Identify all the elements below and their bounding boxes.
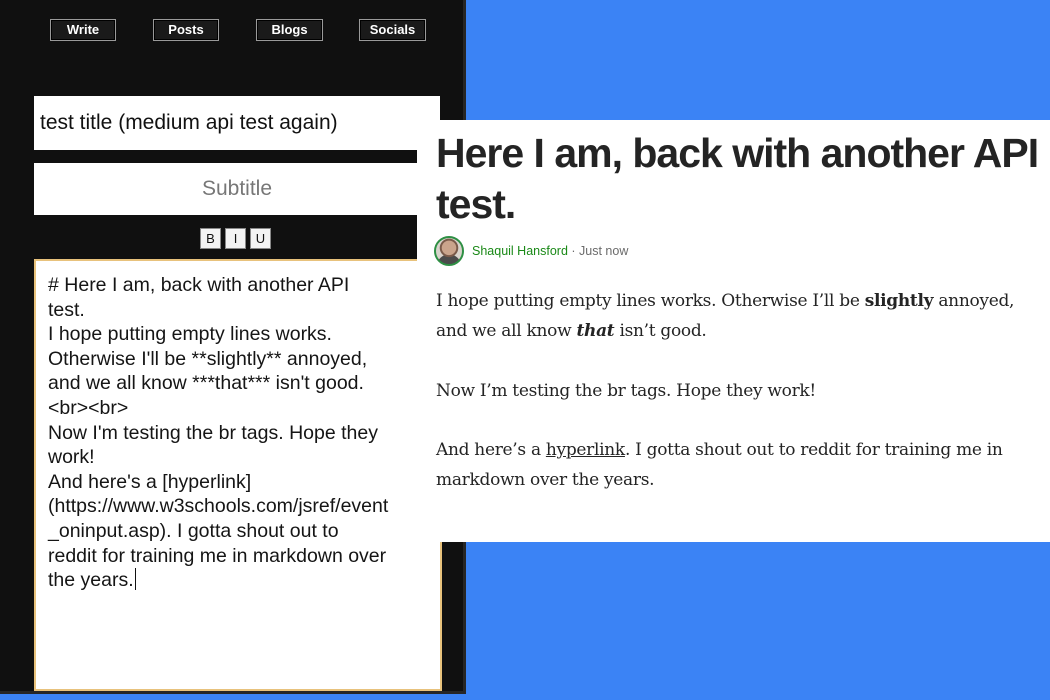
subtitle-input[interactable]: Subtitle xyxy=(34,163,440,215)
body-line-last: the years. xyxy=(48,568,430,593)
byline: Shaquil Hansford · Just now xyxy=(472,244,628,258)
text-caret xyxy=(134,568,136,591)
underline-button[interactable]: U xyxy=(250,228,271,249)
bold-button[interactable]: B xyxy=(200,228,221,249)
body-line: Now I'm testing the br tags. Hope they xyxy=(48,421,378,444)
p1-text-c: isn’t good. xyxy=(614,321,707,341)
author-name-link[interactable]: Shaquil Hansford xyxy=(472,244,568,258)
nav-blogs-button[interactable]: Blogs xyxy=(256,19,323,41)
hyperlink[interactable]: hyperlink xyxy=(546,440,625,460)
nav-posts-button[interactable]: Posts xyxy=(153,19,219,41)
body-line: And here's a [hyperlink] xyxy=(48,470,252,493)
p1-text-a: I hope putting empty lines works. Otherw… xyxy=(436,291,865,311)
author-avatar[interactable] xyxy=(434,236,464,266)
body-line: test. xyxy=(48,298,85,321)
italic-button[interactable]: I xyxy=(225,228,246,249)
nav-socials-button[interactable]: Socials xyxy=(359,19,426,41)
paragraph-1: I hope putting empty lines works. Otherw… xyxy=(436,286,1036,346)
p1-bold: slightly xyxy=(864,291,934,311)
body-line: and we all know ***that*** isn't good. xyxy=(48,372,364,395)
paragraph-3: And here’s a hyperlink. I gotta shout ou… xyxy=(436,435,1036,495)
body-line-text: the years. xyxy=(48,569,134,592)
title-input[interactable]: test title (medium api test again) xyxy=(34,96,440,150)
body-line: I hope putting empty lines works. xyxy=(48,323,332,346)
medium-article: Here I am, back with another API test. S… xyxy=(417,120,1050,542)
p3-text-a: And here’s a xyxy=(436,440,546,460)
body-line: Otherwise I'll be **slightly** annoyed, xyxy=(48,347,368,370)
editor-panel: Write Posts Blogs Socials test title (me… xyxy=(0,0,466,694)
nav-write-button[interactable]: Write xyxy=(50,19,116,41)
body-line: # Here I am, back with another API xyxy=(48,274,350,296)
body-line: _oninput.asp). I gotta shout out to xyxy=(48,519,339,542)
p1-bold-italic: that xyxy=(576,321,615,341)
body-line: (https://www.w3schools.com/jsref/event xyxy=(48,495,389,518)
top-nav: Write Posts Blogs Socials xyxy=(0,19,466,43)
body-line: work! xyxy=(48,446,95,469)
body-textarea[interactable]: # Here I am, back with another API test.… xyxy=(34,259,442,691)
publish-time: Just now xyxy=(579,244,629,258)
byline-separator: · xyxy=(567,244,580,258)
article-title: Here I am, back with another API test. xyxy=(436,130,1039,227)
paragraph-2: Now I’m testing the br tags. Hope they w… xyxy=(436,381,816,401)
body-line: reddit for training me in markdown over xyxy=(48,544,387,567)
body-line: <br><br> xyxy=(48,396,129,419)
